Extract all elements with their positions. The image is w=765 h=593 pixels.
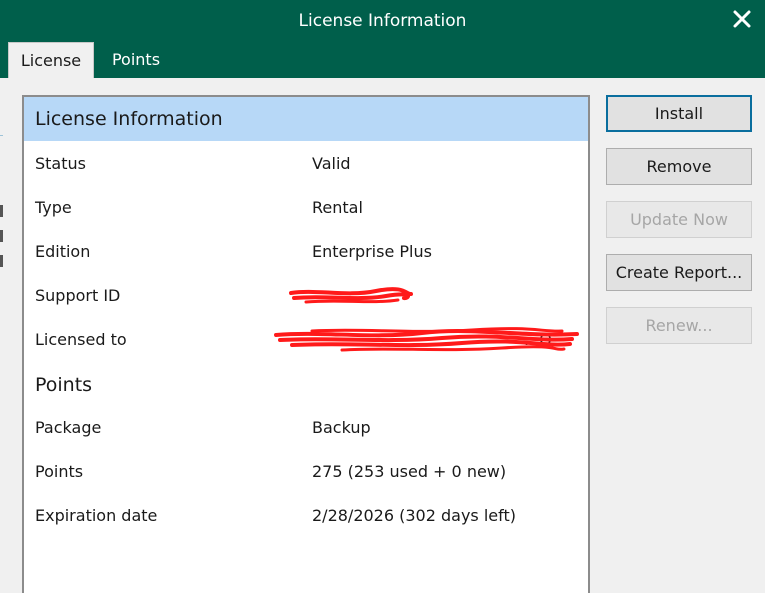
expiration-value: 2/28/2026 (302 days left) — [312, 506, 516, 525]
licensed-to-value: ...O... — [524, 330, 567, 349]
type-value: Rental — [312, 198, 363, 217]
package-row: Package Backup — [24, 416, 588, 440]
tab-license[interactable]: License — [8, 42, 94, 78]
install-button[interactable]: Install — [606, 95, 752, 132]
edition-value: Enterprise Plus — [312, 242, 432, 261]
panel-header-title: License Information — [35, 108, 223, 130]
type-label: Type — [35, 198, 72, 217]
package-label: Package — [35, 418, 102, 437]
update-now-button[interactable]: Update Now — [606, 201, 752, 238]
license-info-panel: License Information Status Valid Type Re… — [22, 95, 590, 593]
points-row: Points 275 (253 used + 0 new) — [24, 460, 588, 484]
licensed-to-label: Licensed to — [35, 330, 127, 349]
expiration-row: Expiration date 2/28/2026 (302 days left… — [24, 504, 588, 528]
status-row: Status Valid — [24, 152, 588, 176]
close-button[interactable] — [729, 6, 755, 32]
package-value: Backup — [312, 418, 371, 437]
edition-label: Edition — [35, 242, 91, 261]
support-id-label: Support ID — [35, 286, 121, 305]
points-section-title: Points — [35, 374, 93, 396]
type-row: Type Rental — [24, 196, 588, 220]
expiration-label: Expiration date — [35, 506, 158, 525]
background-window-edge — [0, 130, 6, 275]
window-title: License Information — [298, 11, 467, 31]
panel-header: License Information — [24, 97, 588, 141]
points-label: Points — [35, 462, 84, 481]
status-label: Status — [35, 154, 86, 173]
support-id-row: Support ID — [24, 284, 588, 308]
close-icon — [733, 10, 751, 28]
license-dialog: License Information License Points Licen… — [0, 0, 765, 593]
remove-button[interactable]: Remove — [606, 148, 752, 185]
edition-row: Edition Enterprise Plus — [24, 240, 588, 264]
points-value: 275 (253 used + 0 new) — [312, 462, 507, 481]
tab-points[interactable]: Points — [98, 42, 174, 78]
renew-button[interactable]: Renew... — [606, 307, 752, 344]
status-value: Valid — [312, 154, 351, 173]
tab-license-label: License — [20, 51, 82, 70]
licensed-to-row: Licensed to ...O... — [24, 328, 588, 352]
create-report-button[interactable]: Create Report... — [606, 254, 752, 291]
title-bar: License Information License Points — [0, 0, 765, 78]
tab-points-label: Points — [111, 50, 161, 69]
